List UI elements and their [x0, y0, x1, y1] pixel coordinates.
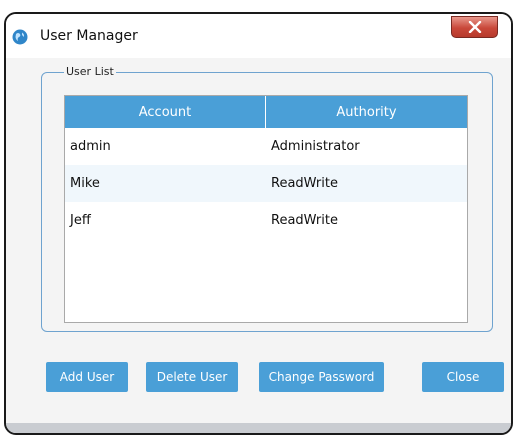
table-row[interactable]: admin Administrator	[65, 128, 467, 165]
user-list-group: User List Account Authority admin Admini…	[41, 65, 493, 332]
user-table: Account Authority admin Administrator Mi…	[64, 95, 468, 323]
globe-icon	[12, 29, 28, 45]
authority-cell: ReadWrite	[271, 213, 338, 228]
account-cell: admin	[70, 139, 111, 154]
table-row[interactable]: Mike ReadWrite	[65, 165, 467, 202]
user-list-legend: User List	[64, 65, 116, 78]
authority-cell: ReadWrite	[271, 176, 338, 191]
account-cell: Mike	[70, 176, 100, 191]
title-bar: User Manager	[6, 14, 511, 58]
delete-user-button[interactable]: Delete User	[146, 362, 238, 392]
window-close-button[interactable]	[451, 16, 498, 38]
user-manager-window: User Manager User List Account Authority…	[4, 12, 513, 435]
add-user-button[interactable]: Add User	[46, 362, 128, 392]
table-row[interactable]: Jeff ReadWrite	[65, 202, 467, 239]
table-header: Account Authority	[65, 96, 467, 128]
account-cell: Jeff	[70, 213, 91, 228]
window-bottom-bar	[6, 423, 511, 433]
column-header-account[interactable]: Account	[65, 96, 266, 128]
column-header-authority[interactable]: Authority	[266, 96, 467, 128]
authority-cell: Administrator	[271, 139, 360, 154]
window-title: User Manager	[40, 28, 138, 44]
close-icon	[468, 21, 482, 33]
change-password-button[interactable]: Change Password	[259, 362, 384, 392]
close-button[interactable]: Close	[422, 362, 504, 392]
